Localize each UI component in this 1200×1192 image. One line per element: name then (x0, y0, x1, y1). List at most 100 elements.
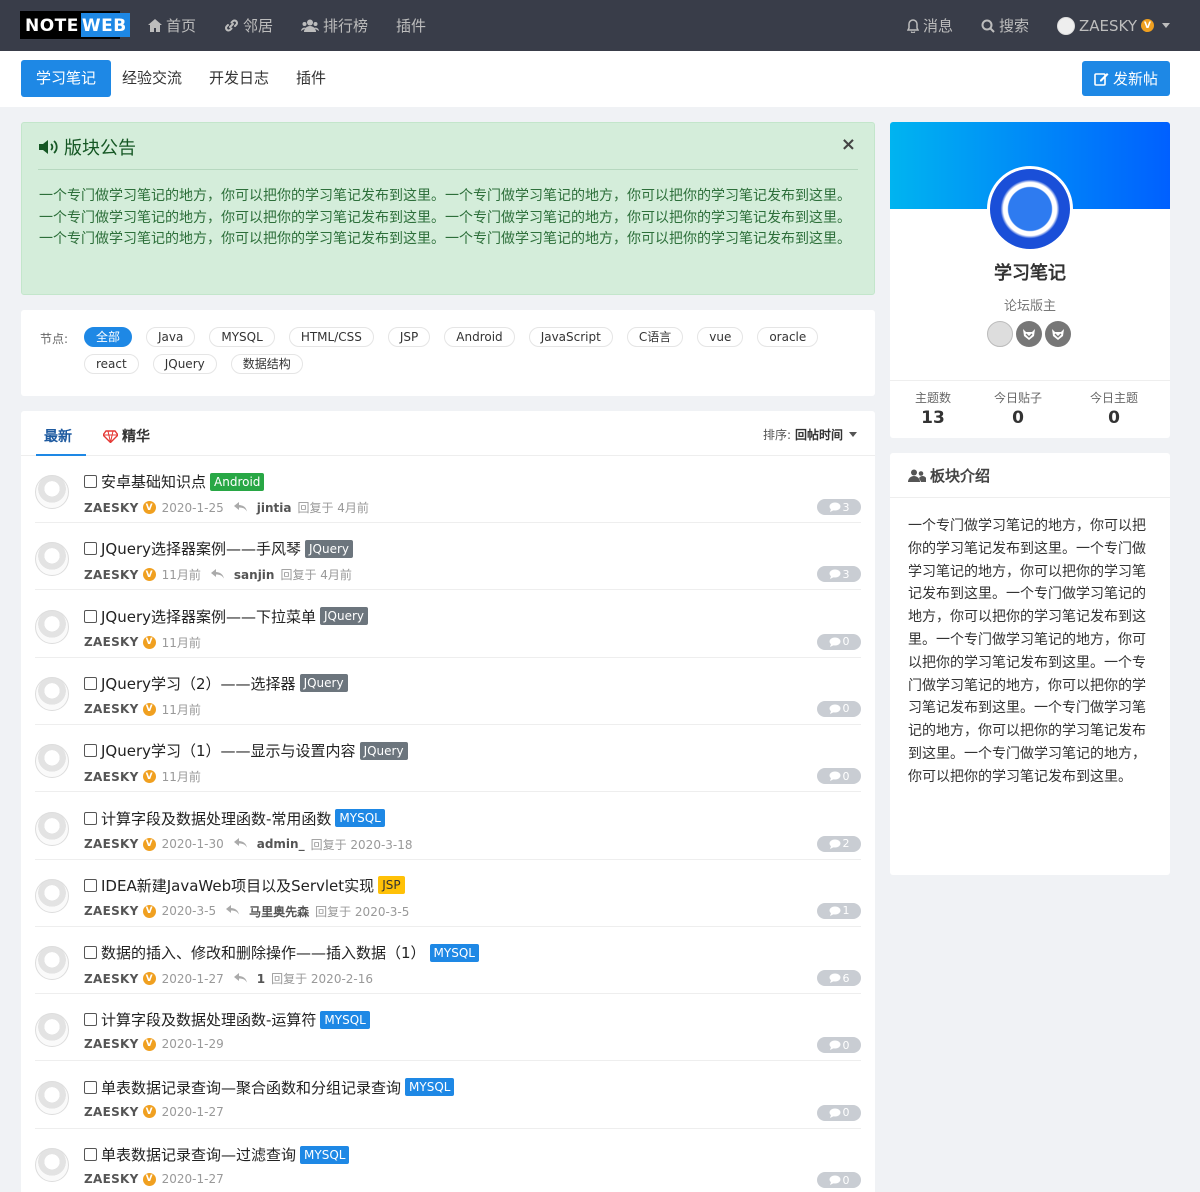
thread-title-text[interactable]: JQuery学习（1）——显示与设置内容 (101, 740, 356, 761)
site-logo[interactable]: NOTE WEB (20, 11, 130, 39)
author-avatar[interactable] (35, 542, 69, 577)
thread-title-text[interactable]: IDEA新建JavaWeb项目以及Servlet实现 (101, 875, 374, 896)
author-name[interactable]: ZAESKY (84, 972, 139, 986)
author-name[interactable]: ZAESKY (84, 904, 139, 918)
user-menu[interactable]: ZAESKY V (1056, 16, 1170, 35)
tab-featured[interactable]: 精华 (103, 426, 150, 446)
node-pill[interactable]: JQuery (152, 354, 217, 374)
node-pill[interactable]: HTML/CSS (288, 327, 374, 347)
author-avatar[interactable] (35, 475, 69, 509)
author-name[interactable]: ZAESKY (84, 635, 139, 649)
author-avatar[interactable] (35, 878, 69, 913)
new-post-button[interactable]: 发新帖 (1082, 61, 1170, 96)
node-pill[interactable]: Android (444, 327, 515, 347)
thread-row[interactable]: 单表数据记录查询—聚合函数和分组记录查询 MYSQL ZAESKY V 2020-1-2… (35, 1062, 861, 1129)
thread-title-text[interactable]: 安卓基础知识点 (101, 471, 206, 492)
select-checkbox[interactable] (84, 475, 97, 488)
thread-row[interactable]: 安卓基础知识点 Android ZAESKY V 2020-1-25 jintia 回复于 … (35, 456, 861, 523)
nav-neighbors[interactable]: 邻居 (224, 15, 273, 36)
thread-title[interactable]: IDEA新建JavaWeb项目以及Servlet实现 JSP (84, 875, 405, 896)
moderator-avatar[interactable] (987, 321, 1013, 347)
thread-title[interactable]: JQuery选择器案例——下拉菜单 JQuery (84, 606, 369, 627)
last-reply-user[interactable]: 马里奥先森 (249, 903, 309, 920)
thread-title[interactable]: JQuery学习（1）——显示与设置内容 JQuery (84, 740, 408, 761)
thread-row[interactable]: JQuery选择器案例——下拉菜单 JQuery ZAESKY V 11月前 0 (35, 591, 861, 658)
node-pill[interactable]: 全部 (84, 327, 133, 347)
thread-row[interactable]: IDEA新建JavaWeb项目以及Servlet实现 JSP ZAESKY V 2020… (35, 860, 861, 927)
node-pill[interactable]: Java (146, 327, 196, 347)
thread-title[interactable]: 数据的插入、修改和删除操作——插入数据（1） MYSQL (84, 942, 479, 963)
thread-row[interactable]: JQuery学习（1）——显示与设置内容 JQuery ZAESKY V 11月前 0 (35, 725, 861, 793)
author-name[interactable]: ZAESKY (84, 1037, 139, 1051)
thread-tag[interactable]: JQuery (299, 674, 348, 693)
thread-tag[interactable]: Android (210, 472, 265, 491)
thread-tag[interactable]: MYSQL (335, 809, 385, 827)
author-avatar[interactable] (35, 1080, 69, 1115)
tab-dev-log[interactable]: 开发日志 (194, 60, 284, 97)
thread-tag[interactable]: JQuery (320, 607, 369, 626)
thread-row[interactable]: 计算字段及数据处理函数-常用函数 MYSQL ZAESKY V 2020-1-30 adm… (35, 793, 861, 860)
thread-title[interactable]: JQuery选择器案例——手风琴 JQuery (84, 538, 354, 559)
select-checkbox[interactable] (84, 1148, 97, 1161)
select-checkbox[interactable] (84, 542, 97, 556)
author-avatar[interactable] (35, 1013, 69, 1048)
thread-title[interactable]: JQuery学习（2）——选择器 JQuery (84, 673, 348, 694)
author-name[interactable]: ZAESKY (84, 770, 139, 784)
thread-title-text[interactable]: JQuery选择器案例——手风琴 (101, 538, 301, 559)
node-pill[interactable]: 数据结构 (230, 354, 303, 374)
author-name[interactable]: ZAESKY (84, 1172, 139, 1186)
node-pill[interactable]: JavaScript (528, 327, 613, 347)
thread-row[interactable]: 单表数据记录查询—过滤查询 MYSQL ZAESKY V 2020-1-27 0 (35, 1129, 861, 1192)
select-checkbox[interactable] (84, 744, 97, 758)
thread-title[interactable]: 计算字段及数据处理函数-运算符 MYSQL (84, 1009, 370, 1030)
thread-tag[interactable]: JQuery (305, 539, 354, 558)
author-avatar[interactable] (35, 609, 69, 644)
thread-title-text[interactable]: 单表数据记录查询—聚合函数和分组记录查询 (101, 1077, 401, 1098)
thread-tag[interactable]: MYSQL (429, 943, 479, 962)
sort-dropdown[interactable]: 排序: 回帖时间 (763, 426, 857, 443)
thread-row[interactable]: 数据的插入、修改和删除操作——插入数据（1） MYSQL ZAESKY V 2020-1… (35, 927, 861, 995)
last-reply-user[interactable]: sanjin (234, 568, 275, 582)
thread-title[interactable]: 安卓基础知识点 Android (84, 471, 265, 492)
moderator-avatar[interactable] (1016, 321, 1042, 347)
nav-ranking[interactable]: 排行榜 (301, 15, 368, 36)
last-reply-user[interactable]: jintia (257, 501, 292, 515)
author-name[interactable]: ZAESKY (84, 837, 139, 851)
node-pill[interactable]: vue (697, 327, 744, 347)
author-name[interactable]: ZAESKY (84, 501, 139, 515)
author-avatar[interactable] (35, 946, 69, 981)
node-pill[interactable]: JSP (387, 327, 431, 347)
tab-latest[interactable]: 最新 (36, 426, 86, 456)
thread-tag[interactable]: MYSQL (320, 1010, 370, 1029)
select-checkbox[interactable] (84, 1080, 97, 1094)
author-name[interactable]: ZAESKY (84, 702, 139, 716)
thread-tag[interactable]: MYSQL (300, 1145, 350, 1164)
thread-title-text[interactable]: JQuery选择器案例——下拉菜单 (101, 606, 316, 627)
thread-title[interactable]: 单表数据记录查询—过滤查询 MYSQL (84, 1144, 350, 1165)
node-pill[interactable]: MYSQL (209, 327, 275, 347)
thread-title-text[interactable]: JQuery学习（2）——选择器 (101, 673, 296, 694)
nav-messages[interactable]: 消息 (906, 15, 953, 36)
thread-tag[interactable]: JSP (378, 876, 405, 895)
author-avatar[interactable] (35, 744, 69, 779)
nav-home[interactable]: 首页 (148, 15, 196, 36)
thread-title[interactable]: 计算字段及数据处理函数-常用函数 MYSQL (84, 808, 385, 829)
select-checkbox[interactable] (84, 878, 97, 892)
thread-title-text[interactable]: 单表数据记录查询—过滤查询 (101, 1144, 296, 1165)
nav-plugins[interactable]: 插件 (396, 15, 426, 36)
thread-title-text[interactable]: 计算字段及数据处理函数-运算符 (101, 1009, 316, 1030)
node-pill[interactable]: C语言 (626, 327, 684, 347)
author-avatar[interactable] (35, 811, 69, 846)
node-pill[interactable]: oracle (757, 327, 819, 347)
author-avatar[interactable] (35, 1148, 69, 1182)
select-checkbox[interactable] (84, 609, 97, 623)
tab-experience[interactable]: 经验交流 (107, 60, 197, 97)
tab-study-notes[interactable]: 学习笔记 (21, 60, 112, 97)
thread-title[interactable]: 单表数据记录查询—聚合函数和分组记录查询 MYSQL (84, 1077, 455, 1098)
select-checkbox[interactable] (84, 1013, 97, 1027)
nav-search[interactable]: 搜索 (981, 15, 1029, 36)
select-checkbox[interactable] (84, 676, 97, 690)
last-reply-user[interactable]: 1 (257, 972, 265, 986)
thread-row[interactable]: 计算字段及数据处理函数-运算符 MYSQL ZAESKY V 2020-1-29 0 (35, 994, 861, 1062)
select-checkbox[interactable] (84, 946, 97, 960)
